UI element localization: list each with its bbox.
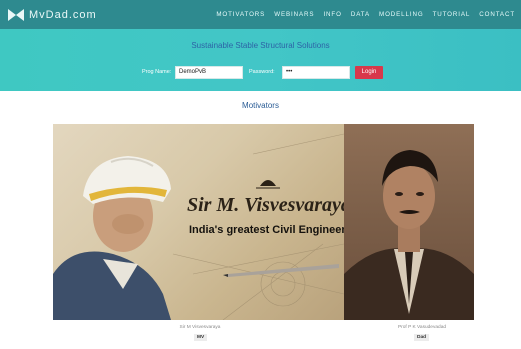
top-navbar: MvDad.com MOTIVATORS WEBINARS INFO DATA …: [0, 0, 521, 29]
banner-subtitle: India's greatest Civil Engineer: [189, 224, 344, 236]
menu-data[interactable]: DATA: [351, 11, 370, 18]
prog-name-label: Prog Name:: [142, 69, 172, 75]
crest-icon: [256, 180, 280, 189]
badge-mv: MV: [194, 334, 208, 341]
caption-visvesvaraya: Sir M Visvesvaraya: [179, 325, 221, 330]
menu-motivators[interactable]: MOTIVATORS: [216, 11, 265, 18]
login-button[interactable]: Login: [355, 66, 383, 79]
motivator-card-dad[interactable]: [344, 124, 474, 320]
portrait-illustration: [53, 133, 344, 320]
motivator-card-visvesvaraya[interactable]: Sir M. Visvesvaraya India's greatest Civ…: [53, 124, 344, 320]
portrait-photo: [344, 150, 474, 320]
login-form: Prog Name: DemoPvB Password: ••• Login: [0, 66, 521, 80]
menu-webinars[interactable]: WEBINARS: [274, 11, 314, 18]
menu-contact[interactable]: CONTACT: [479, 11, 515, 18]
logo-text: MvDad.com: [29, 8, 97, 21]
password-input[interactable]: •••: [282, 66, 350, 79]
tagline: Sustainable Stable Structural Solutions: [191, 41, 330, 50]
brand-logo[interactable]: MvDad.com: [8, 8, 97, 21]
bowtie-logo-icon: [8, 8, 24, 21]
hero-band: Sustainable Stable Structural Solutions …: [0, 29, 521, 91]
banner-title: Sir M. Visvesvaraya: [187, 194, 344, 216]
badge-dad: Dad: [414, 334, 430, 341]
menu-tutorial[interactable]: TUTORIAL: [433, 11, 471, 18]
password-label: Password:: [249, 69, 275, 75]
prog-name-input[interactable]: DemoPvB: [175, 66, 243, 79]
caption-dad: Prof P K Vasudevadad: [397, 325, 447, 330]
menu-info[interactable]: INFO: [323, 11, 341, 18]
section-title: Motivators: [242, 101, 279, 110]
main-menu: MOTIVATORS WEBINARS INFO DATA MODELLING …: [207, 0, 515, 29]
menu-modelling[interactable]: MODELLING: [379, 11, 424, 18]
